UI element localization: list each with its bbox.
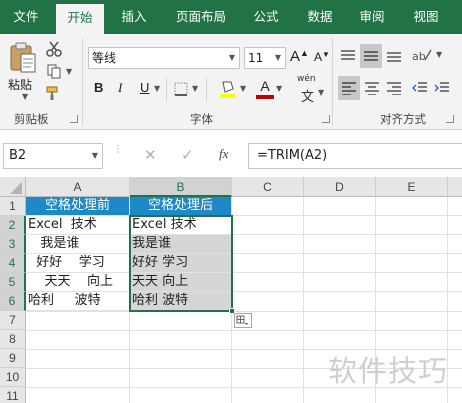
- format-painter-icon[interactable]: [44, 84, 64, 102]
- font-color-button[interactable]: A: [256, 78, 274, 99]
- orientation-icon[interactable]: ab: [410, 44, 434, 66]
- quick-analysis-icon[interactable]: [234, 313, 252, 328]
- column-header-f[interactable]: [448, 177, 462, 197]
- tab-formulas[interactable]: 公式: [244, 0, 288, 34]
- tab-view[interactable]: 视图: [404, 0, 448, 34]
- alignment-group-label: 对齐方式: [380, 112, 426, 126]
- phonetic-guide-button[interactable]: wén: [297, 74, 316, 84]
- menu-bar: 文件 开始 插入 页面布局 公式 数据 审阅 视图: [0, 0, 462, 34]
- insert-function-button[interactable]: fx: [219, 146, 228, 162]
- row-header[interactable]: 10: [0, 368, 26, 387]
- copy-icon[interactable]: [44, 62, 64, 80]
- chevron-down-icon[interactable]: ▼: [436, 50, 442, 59]
- font-name-select[interactable]: 等线 ▼: [88, 47, 240, 69]
- shrink-font-button[interactable]: A▼: [314, 50, 330, 64]
- increase-indent-icon[interactable]: [432, 78, 452, 98]
- align-bottom-icon[interactable]: [384, 46, 404, 66]
- phonetic-char-icon: 文: [301, 90, 315, 105]
- row-header[interactable]: 2: [0, 216, 26, 235]
- chevron-down-icon[interactable]: ▼: [271, 48, 285, 68]
- row-header[interactable]: 11: [0, 387, 26, 403]
- font-color-swatch: [256, 95, 274, 99]
- chevron-down-icon[interactable]: ▼: [154, 84, 160, 93]
- align-left-icon[interactable]: [338, 76, 360, 100]
- paste-icon[interactable]: [6, 40, 40, 76]
- row-header[interactable]: 8: [0, 330, 26, 349]
- cancel-button[interactable]: ✕: [144, 146, 157, 164]
- row-header[interactable]: 3: [0, 235, 26, 254]
- row-header[interactable]: 1: [0, 197, 26, 216]
- divider: [166, 78, 167, 102]
- tab-file[interactable]: 文件: [4, 0, 48, 34]
- resize-handle-icon[interactable]: ⋮: [113, 145, 123, 165]
- cut-icon[interactable]: [44, 40, 64, 58]
- align-top-icon[interactable]: [338, 46, 358, 66]
- divider: [332, 38, 333, 126]
- row-header[interactable]: 5: [0, 273, 26, 292]
- tab-review[interactable]: 审阅: [350, 0, 394, 34]
- name-box-value: B2: [9, 148, 27, 163]
- font-size-select[interactable]: 11 ▼: [244, 47, 286, 69]
- font-size-value: 11: [248, 51, 264, 65]
- name-box[interactable]: B2 ▼: [3, 143, 103, 169]
- watermark-text: 软件技巧: [328, 354, 449, 388]
- column-header-b[interactable]: B: [130, 177, 232, 197]
- fill-color-icon[interactable]: [218, 78, 238, 100]
- align-middle-icon[interactable]: [360, 44, 382, 68]
- clipboard-group-label: 剪贴板: [14, 112, 49, 126]
- chevron-down-icon[interactable]: ▼: [318, 88, 324, 97]
- chevron-down-icon[interactable]: ▼: [22, 92, 28, 101]
- copy-dropdown-icon[interactable]: ▼: [66, 67, 72, 76]
- tab-insert[interactable]: 插入: [112, 0, 156, 34]
- column-header-e[interactable]: E: [376, 177, 448, 197]
- tab-home[interactable]: 开始: [56, 4, 104, 34]
- bold-button[interactable]: B: [94, 80, 103, 95]
- font-color-letter: A: [260, 78, 270, 94]
- font-launcher-icon[interactable]: [322, 115, 330, 123]
- formula-bar: B2 ▼ ⋮ ✕ ✓ fx =TRIM(A2): [0, 131, 462, 177]
- chevron-down-icon[interactable]: ▼: [225, 48, 239, 68]
- font-name-value: 等线: [92, 51, 117, 65]
- row-header[interactable]: 6: [0, 292, 26, 311]
- alignment-launcher-icon[interactable]: [446, 115, 454, 123]
- row-header[interactable]: 4: [0, 254, 26, 273]
- formula-input[interactable]: =TRIM(A2): [248, 143, 462, 169]
- column-header-c[interactable]: C: [232, 177, 304, 197]
- italic-button[interactable]: I: [118, 80, 122, 96]
- grow-font-button[interactable]: A▲: [290, 48, 309, 65]
- chevron-down-icon[interactable]: ▼: [192, 84, 198, 93]
- underline-button[interactable]: U: [140, 80, 149, 95]
- tab-data[interactable]: 数据: [298, 0, 342, 34]
- shrink-arrow-icon: ▼: [322, 50, 330, 59]
- decrease-indent-icon[interactable]: [410, 78, 430, 98]
- svg-text:ab: ab: [412, 50, 426, 63]
- tab-page-layout[interactable]: 页面布局: [168, 0, 234, 34]
- row-header[interactable]: 9: [0, 349, 26, 368]
- font-group-label: 字体: [190, 112, 213, 126]
- confirm-button[interactable]: ✓: [181, 146, 194, 164]
- column-header-a[interactable]: A: [26, 177, 130, 197]
- divider: [206, 78, 207, 102]
- ribbon: 粘贴 ▼ ▼ 剪贴板 等线 ▼ 11 ▼ A▲ A▼ B I U ▼ ▼ ▼ A…: [0, 34, 462, 130]
- align-center-icon[interactable]: [362, 78, 382, 98]
- grow-arrow-icon: ▲: [300, 48, 309, 58]
- chevron-down-icon[interactable]: ▼: [276, 84, 282, 93]
- row-header[interactable]: 7: [0, 311, 26, 330]
- border-icon[interactable]: [172, 80, 190, 98]
- clipboard-launcher-icon[interactable]: [70, 115, 78, 123]
- column-header-d[interactable]: D: [304, 177, 376, 197]
- select-all-corner[interactable]: [0, 177, 26, 197]
- paste-button[interactable]: 粘贴: [8, 76, 32, 93]
- align-right-icon[interactable]: [384, 78, 404, 98]
- chevron-down-icon[interactable]: ▼: [240, 84, 246, 93]
- chevron-down-icon[interactable]: ▼: [92, 144, 98, 168]
- divider: [82, 38, 83, 126]
